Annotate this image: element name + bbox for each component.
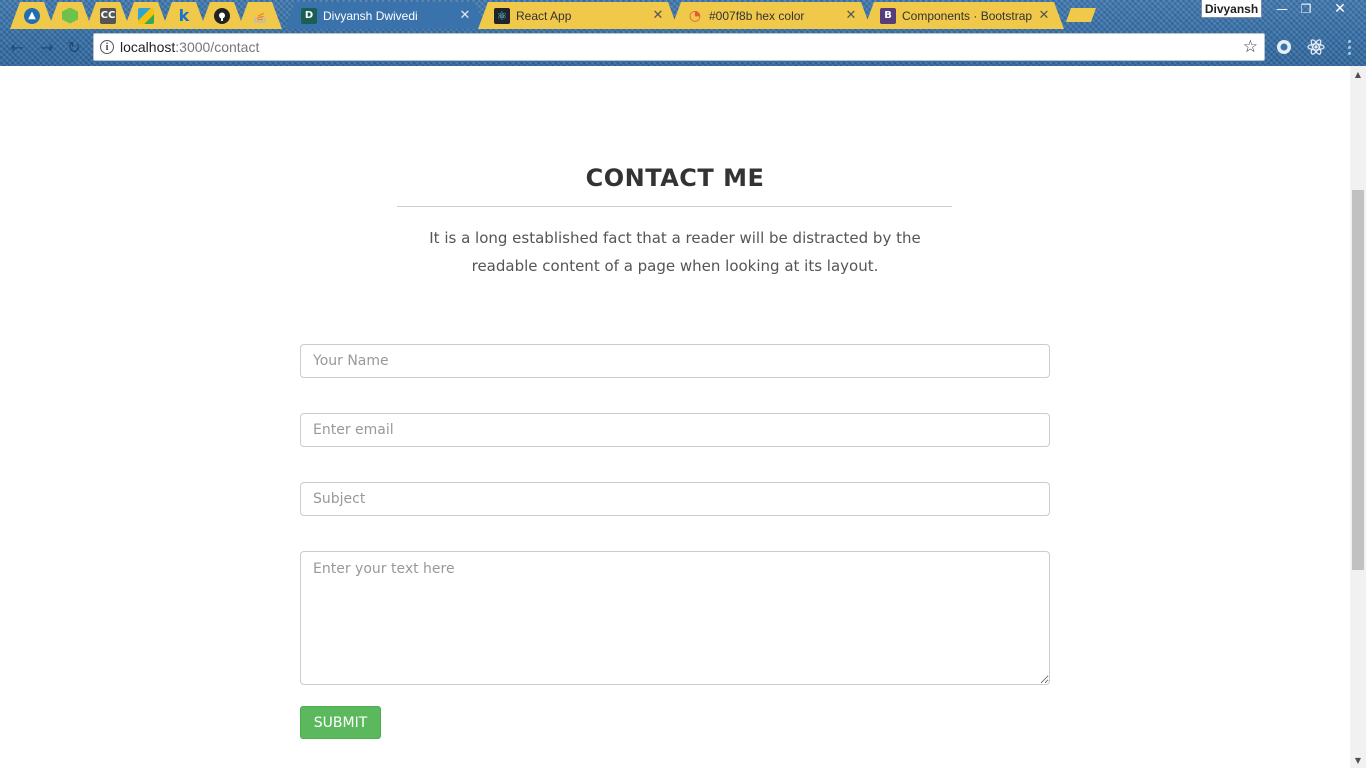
page-scrollbar[interactable]: ▲ ▼ [1350, 66, 1366, 768]
tab-close-icon[interactable]: ✕ [459, 8, 471, 23]
tab-close-icon[interactable]: ✕ [652, 8, 664, 23]
pinned-tab-4[interactable]: k [162, 2, 206, 29]
tab-title: React App [516, 8, 572, 23]
bookmark-star-icon[interactable]: ☆ [1243, 37, 1258, 57]
reload-icon[interactable]: ↻ [64, 37, 84, 57]
url-host: localhost [120, 39, 176, 55]
back-icon[interactable]: ← [7, 37, 27, 57]
new-tab-button[interactable] [1066, 8, 1096, 22]
restore-icon[interactable]: ❐ [1293, 0, 1319, 18]
page-viewport: CONTACT ME It is a long established fact… [0, 66, 1350, 768]
browser-menu-icon[interactable] [1343, 38, 1355, 56]
extension-circle-icon[interactable] [1275, 38, 1293, 56]
scroll-up-arrow-icon[interactable]: ▲ [1350, 66, 1366, 82]
tab-strip: ▲ CC k D Divyansh Dwivedi ✕ ⚛ React App … [0, 0, 1366, 29]
react-icon: ⚛ [494, 8, 510, 24]
cc-icon: CC [100, 8, 116, 24]
react-devtools-icon[interactable] [1307, 38, 1325, 56]
contact-heading: CONTACT ME [585, 164, 765, 192]
browser-toolbar: ← → ↻ i localhost:3000/contact ☆ [0, 29, 1366, 66]
pinned-tab-2[interactable]: CC [86, 2, 130, 29]
forward-icon[interactable]: → [37, 37, 57, 57]
pinned-tab-1[interactable] [48, 2, 92, 29]
address-bar[interactable]: i localhost:3000/contact ☆ [93, 33, 1265, 61]
tab-divyansh-dwivedi[interactable]: D Divyansh Dwivedi ✕ [285, 2, 485, 29]
node-hexagon-icon [62, 8, 78, 24]
tab-title: #007f8b hex color [709, 8, 805, 23]
tab-bootstrap-components[interactable]: B Components · Bootstrap ✕ [864, 2, 1064, 29]
close-window-icon[interactable]: ✕ [1327, 0, 1353, 18]
info-icon[interactable]: i [100, 40, 114, 54]
bird-icon: ▲ [24, 8, 40, 24]
profile-button[interactable]: Divyansh [1201, 0, 1262, 18]
stack-overflow-icon [252, 8, 268, 24]
subject-input[interactable] [300, 482, 1050, 516]
tab-hex-color[interactable]: ◔ #007f8b hex color ✕ [671, 2, 871, 29]
contact-description: It is a long established fact that a rea… [429, 229, 921, 275]
pinned-tab-0[interactable]: ▲ [10, 2, 54, 29]
tab-close-icon[interactable]: ✕ [845, 8, 857, 23]
submit-button[interactable]: SUBMIT [300, 706, 381, 739]
message-textarea[interactable] [300, 551, 1050, 685]
pinned-tab-5[interactable] [200, 2, 244, 29]
k-icon: k [178, 6, 190, 25]
tab-title: Divyansh Dwivedi [323, 8, 418, 23]
github-icon [214, 8, 230, 24]
minimize-icon[interactable]: — [1269, 0, 1295, 18]
tab-react-app[interactable]: ⚛ React App ✕ [478, 2, 678, 29]
tab-favicon-d: D [301, 8, 317, 24]
url-path: :3000/contact [175, 39, 260, 55]
browser-chrome: ▲ CC k D Divyansh Dwivedi ✕ ⚛ React App … [0, 0, 1366, 66]
tab-title: Components · Bootstrap [902, 8, 1033, 23]
scrollbar-thumb[interactable] [1352, 190, 1364, 570]
bootstrap-icon: B [880, 8, 896, 24]
drive-icon [138, 8, 154, 24]
email-input[interactable] [300, 413, 1050, 447]
heading-divider [397, 206, 952, 207]
name-input[interactable] [300, 344, 1050, 378]
color-hex-icon: ◔ [688, 7, 702, 24]
pinned-tab-6[interactable] [238, 2, 282, 29]
tab-close-icon[interactable]: ✕ [1038, 8, 1050, 23]
scroll-down-arrow-icon[interactable]: ▼ [1350, 752, 1366, 768]
pinned-tab-3[interactable] [124, 2, 168, 29]
